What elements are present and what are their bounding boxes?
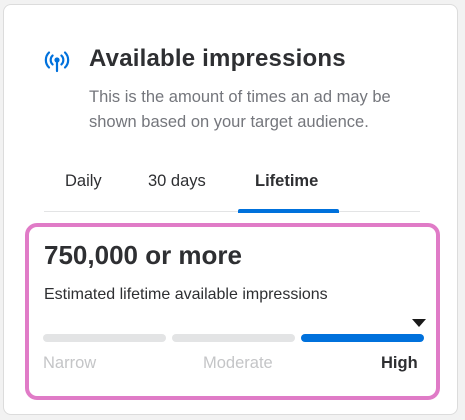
broadcast-signal-icon <box>44 51 70 73</box>
active-tab-indicator <box>238 209 339 213</box>
scale-label-moderate: Moderate <box>203 354 273 372</box>
level-marker-icon <box>412 319 426 327</box>
card-title: Available impressions <box>89 45 346 72</box>
tab-30-days[interactable]: 30 days <box>148 172 206 191</box>
tab-daily[interactable]: Daily <box>65 172 102 191</box>
scale-label-narrow: Narrow <box>43 354 97 372</box>
card-description: This is the amount of times an ad may be… <box>89 88 391 131</box>
impressions-value: 750,000 or more <box>44 240 243 270</box>
tab-lifetime[interactable]: Lifetime <box>255 172 318 191</box>
scale-segment-high <box>301 334 424 342</box>
scale-label-high: High <box>381 354 418 372</box>
scale-segment-narrow <box>43 334 166 342</box>
time-range-tabs: Daily 30 days Lifetime <box>44 160 420 213</box>
scale-segment-moderate <box>172 334 295 342</box>
impressions-value-label: Estimated lifetime available impressions <box>44 286 328 303</box>
